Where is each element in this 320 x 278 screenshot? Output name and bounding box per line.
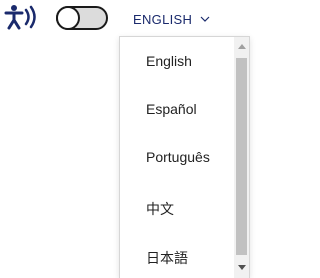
accessibility-audio-icon[interactable]	[0, 4, 56, 32]
scroll-up-arrow-icon[interactable]	[238, 44, 246, 49]
accessibility-toggle[interactable]	[56, 6, 108, 30]
language-button-label: ENGLISH	[133, 11, 193, 27]
toggle-knob	[56, 6, 80, 30]
language-dropdown-menu: English Español Português 中文 日本語	[119, 36, 250, 278]
language-option-espanol[interactable]: Español	[146, 101, 197, 117]
language-option-japanese[interactable]: 日本語	[146, 248, 188, 268]
chevron-down-icon	[200, 16, 210, 22]
language-option-chinese[interactable]: 中文	[146, 199, 174, 219]
scrollbar-thumb[interactable]	[236, 58, 247, 255]
language-selector-button[interactable]: ENGLISH	[133, 9, 210, 29]
scroll-down-arrow-icon[interactable]	[238, 265, 246, 270]
language-option-english[interactable]: English	[146, 53, 192, 69]
language-option-portugues[interactable]: Português	[146, 149, 210, 165]
dropdown-scrollbar[interactable]	[234, 37, 249, 278]
header-bar: ENGLISH	[0, 0, 257, 36]
